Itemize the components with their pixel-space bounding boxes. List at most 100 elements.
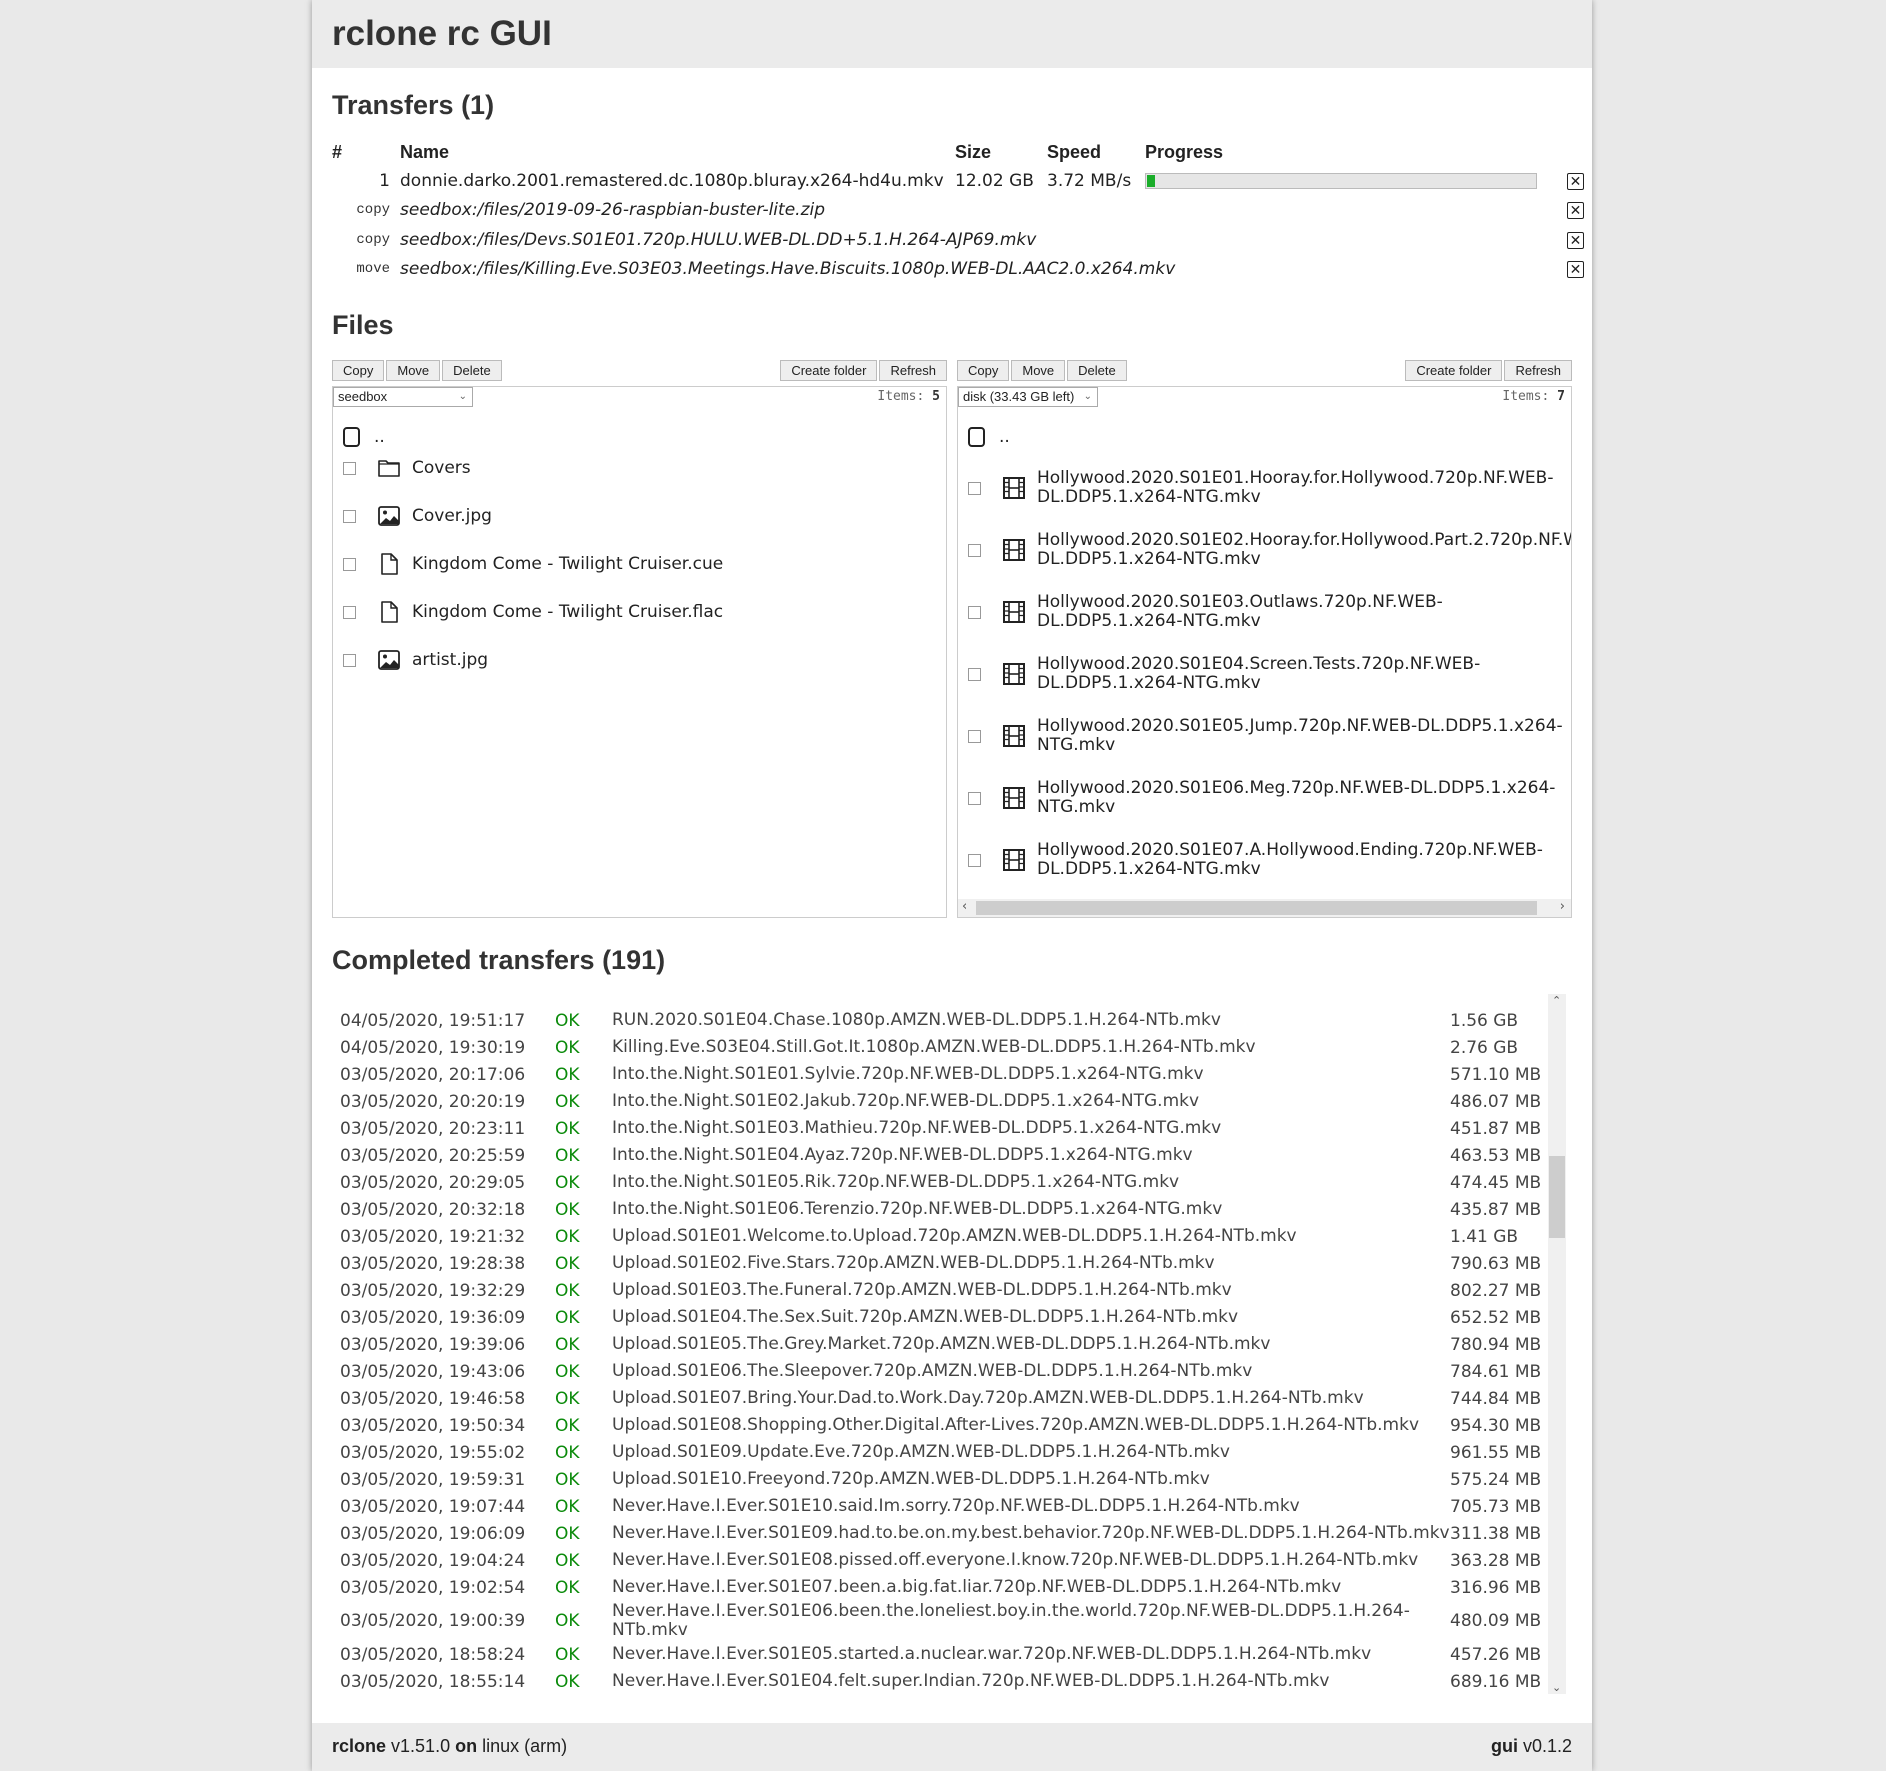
scroll-up-icon[interactable]: ⌃ [1552, 994, 1561, 1007]
file-checkbox[interactable] [968, 667, 981, 681]
completed-transfer-row: 03/05/2020, 19:04:24 OK Never.Have.I.Eve… [332, 1547, 1566, 1574]
cancel-transfer-button[interactable]: ✕ [1567, 202, 1584, 220]
completed-size: 790.63 MB [1450, 1253, 1542, 1274]
transfers-header-row: # Name Size Speed Progress [332, 138, 1584, 166]
file-row[interactable]: Hollywood.2020.S01E03.Outlaws.720p.NF.WE… [968, 593, 1443, 631]
cancel-transfer-button[interactable]: ✕ [1567, 172, 1584, 190]
file-row[interactable]: Hollywood.2020.S01E07.A.Hollywood.Ending… [968, 841, 1543, 879]
remote-select-left[interactable]: seedbox ⌄ [333, 387, 473, 407]
remote-select-right[interactable]: disk (33.43 GB left) ⌄ [958, 387, 1098, 407]
scroll-left-icon[interactable]: ‹ [962, 899, 967, 914]
file-row[interactable]: Kingdom Come - Twilight Cruiser.flac [343, 599, 723, 625]
file-name[interactable]: artist.jpg [412, 650, 488, 670]
completed-transfer-row: 03/05/2020, 20:17:06 OK Into.the.Night.S… [332, 1061, 1566, 1088]
file-row[interactable]: Hollywood.2020.S01E01.Hooray.for.Hollywo… [968, 469, 1553, 507]
parent-dir-row[interactable]: .. [343, 425, 385, 449]
file-row[interactable]: artist.jpg [343, 647, 488, 673]
file-row[interactable]: Kingdom Come - Twilight Cruiser.cue [343, 551, 723, 577]
completed-name: Into.the.Night.S01E03.Mathieu.720p.NF.WE… [612, 1118, 1222, 1138]
file-checkbox[interactable] [343, 557, 356, 571]
status-badge: OK [555, 1145, 580, 1166]
scrollbar-thumb[interactable] [1549, 1156, 1565, 1238]
move-button[interactable]: Move [386, 360, 441, 381]
transfer-size: 12.02 GB [955, 170, 1034, 191]
file-checkbox[interactable] [343, 653, 356, 667]
vertical-scrollbar[interactable]: ⌃ ⌄ [1548, 994, 1566, 1694]
scroll-right-icon[interactable]: › [1560, 899, 1565, 914]
parent-dir-row[interactable]: .. [968, 425, 1010, 449]
file-name[interactable]: Cover.jpg [412, 506, 492, 526]
completed-date: 03/05/2020, 18:55:14 [340, 1671, 526, 1692]
file-checkbox[interactable] [968, 605, 981, 619]
completed-transfer-row: 03/05/2020, 19:39:06 OK Upload.S01E05.Th… [332, 1331, 1566, 1358]
file-name[interactable]: Hollywood.2020.S01E06.Meg.720p.NF.WEB-DL… [1037, 779, 1555, 817]
close-box-icon: ✕ [1569, 262, 1582, 279]
refresh-button[interactable]: Refresh [879, 360, 947, 381]
completed-name: Never.Have.I.Ever.S01E10.said.Im.sorry.7… [612, 1496, 1300, 1516]
horizontal-scrollbar[interactable]: ‹ › [958, 899, 1571, 917]
refresh-button[interactable]: Refresh [1504, 360, 1572, 381]
file-name[interactable]: Hollywood.2020.S01E05.Jump.720p.NF.WEB-D… [1037, 717, 1563, 755]
completed-date: 03/05/2020, 19:04:24 [340, 1550, 526, 1571]
transfer-op: copy [356, 202, 390, 219]
completed-date: 03/05/2020, 20:32:18 [340, 1199, 526, 1220]
delete-button[interactable]: Delete [442, 360, 502, 381]
scroll-down-icon[interactable]: ⌄ [1552, 1681, 1561, 1694]
cancel-transfer-button[interactable]: ✕ [1567, 261, 1584, 279]
files-panel-left: Copy Move Delete Create folder Refresh seed… [332, 360, 947, 918]
status-badge: OK [555, 1199, 580, 1220]
create-folder-button[interactable]: Create folder [1405, 360, 1503, 381]
status-badge: OK [555, 1172, 580, 1193]
copy-button[interactable]: Copy [332, 360, 385, 381]
remote-select-value: seedbox [338, 389, 388, 404]
transfers-table: # Name Size Speed Progress 1 donnie.dark… [332, 138, 1584, 284]
scrollbar-thumb[interactable] [976, 901, 1537, 915]
create-folder-button[interactable]: Create folder [780, 360, 878, 381]
file-checkbox[interactable] [343, 509, 356, 523]
status-badge: OK [555, 1361, 580, 1382]
completed-date: 03/05/2020, 19:02:54 [340, 1577, 526, 1598]
file-row[interactable]: Cover.jpg [343, 503, 492, 529]
file-checkbox[interactable] [968, 729, 981, 743]
file-checkbox[interactable] [343, 461, 356, 475]
file-name[interactable]: Kingdom Come - Twilight Cruiser.flac [412, 602, 723, 622]
page-container: rclone rc GUI Transfers (1) # Name Size … [312, 0, 1592, 1771]
copy-button[interactable]: Copy [957, 360, 1010, 381]
completed-size: 457.26 MB [1450, 1644, 1542, 1665]
select-all-checkbox[interactable] [968, 427, 985, 447]
completed-name: Into.the.Night.S01E05.Rik.720p.NF.WEB-DL… [612, 1172, 1180, 1192]
cancel-transfer-button[interactable]: ✕ [1567, 231, 1584, 249]
delete-button[interactable]: Delete [1067, 360, 1127, 381]
file-name[interactable]: Hollywood.2020.S01E04.Screen.Tests.720p.… [1037, 655, 1480, 693]
completed-name: Upload.S01E08.Shopping.Other.Digital.Aft… [612, 1415, 1420, 1435]
file-row[interactable]: Hollywood.2020.S01E04.Screen.Tests.720p.… [968, 655, 1480, 693]
film-icon [1001, 475, 1027, 501]
file-checkbox[interactable] [968, 853, 981, 867]
file-name[interactable]: Hollywood.2020.S01E02.Hooray.for.Hollywo… [1037, 531, 1571, 569]
completed-date: 03/05/2020, 19:43:06 [340, 1361, 526, 1382]
status-badge: OK [555, 1469, 580, 1490]
file-row[interactable]: Hollywood.2020.S01E06.Meg.720p.NF.WEB-DL… [968, 779, 1555, 817]
completed-size: 435.87 MB [1450, 1199, 1542, 1220]
file-row[interactable]: Hollywood.2020.S01E02.Hooray.for.Hollywo… [968, 531, 1571, 569]
completed-date: 03/05/2020, 19:21:32 [340, 1226, 526, 1247]
completed-size: 705.73 MB [1450, 1496, 1542, 1517]
file-name[interactable]: Kingdom Come - Twilight Cruiser.cue [412, 554, 723, 574]
file-name[interactable]: Covers [412, 458, 471, 478]
completed-name: Never.Have.I.Ever.S01E04.felt.super.Indi… [612, 1671, 1330, 1691]
move-button[interactable]: Move [1011, 360, 1066, 381]
film-icon [1001, 661, 1027, 687]
file-row[interactable]: Covers [343, 455, 471, 481]
file-checkbox[interactable] [968, 481, 981, 495]
file-checkbox[interactable] [343, 605, 356, 619]
file-name[interactable]: Hollywood.2020.S01E03.Outlaws.720p.NF.WE… [1037, 593, 1443, 631]
file-row[interactable]: Hollywood.2020.S01E05.Jump.720p.NF.WEB-D… [968, 717, 1563, 755]
completed-size: 744.84 MB [1450, 1388, 1542, 1409]
status-badge: OK [555, 1010, 580, 1031]
file-checkbox[interactable] [968, 791, 981, 805]
completed-transfer-row: 03/05/2020, 19:28:38 OK Upload.S01E02.Fi… [332, 1250, 1566, 1277]
file-name[interactable]: Hollywood.2020.S01E01.Hooray.for.Hollywo… [1037, 469, 1553, 507]
file-name[interactable]: Hollywood.2020.S01E07.A.Hollywood.Ending… [1037, 841, 1543, 879]
file-checkbox[interactable] [968, 543, 981, 557]
select-all-checkbox[interactable] [343, 427, 360, 447]
